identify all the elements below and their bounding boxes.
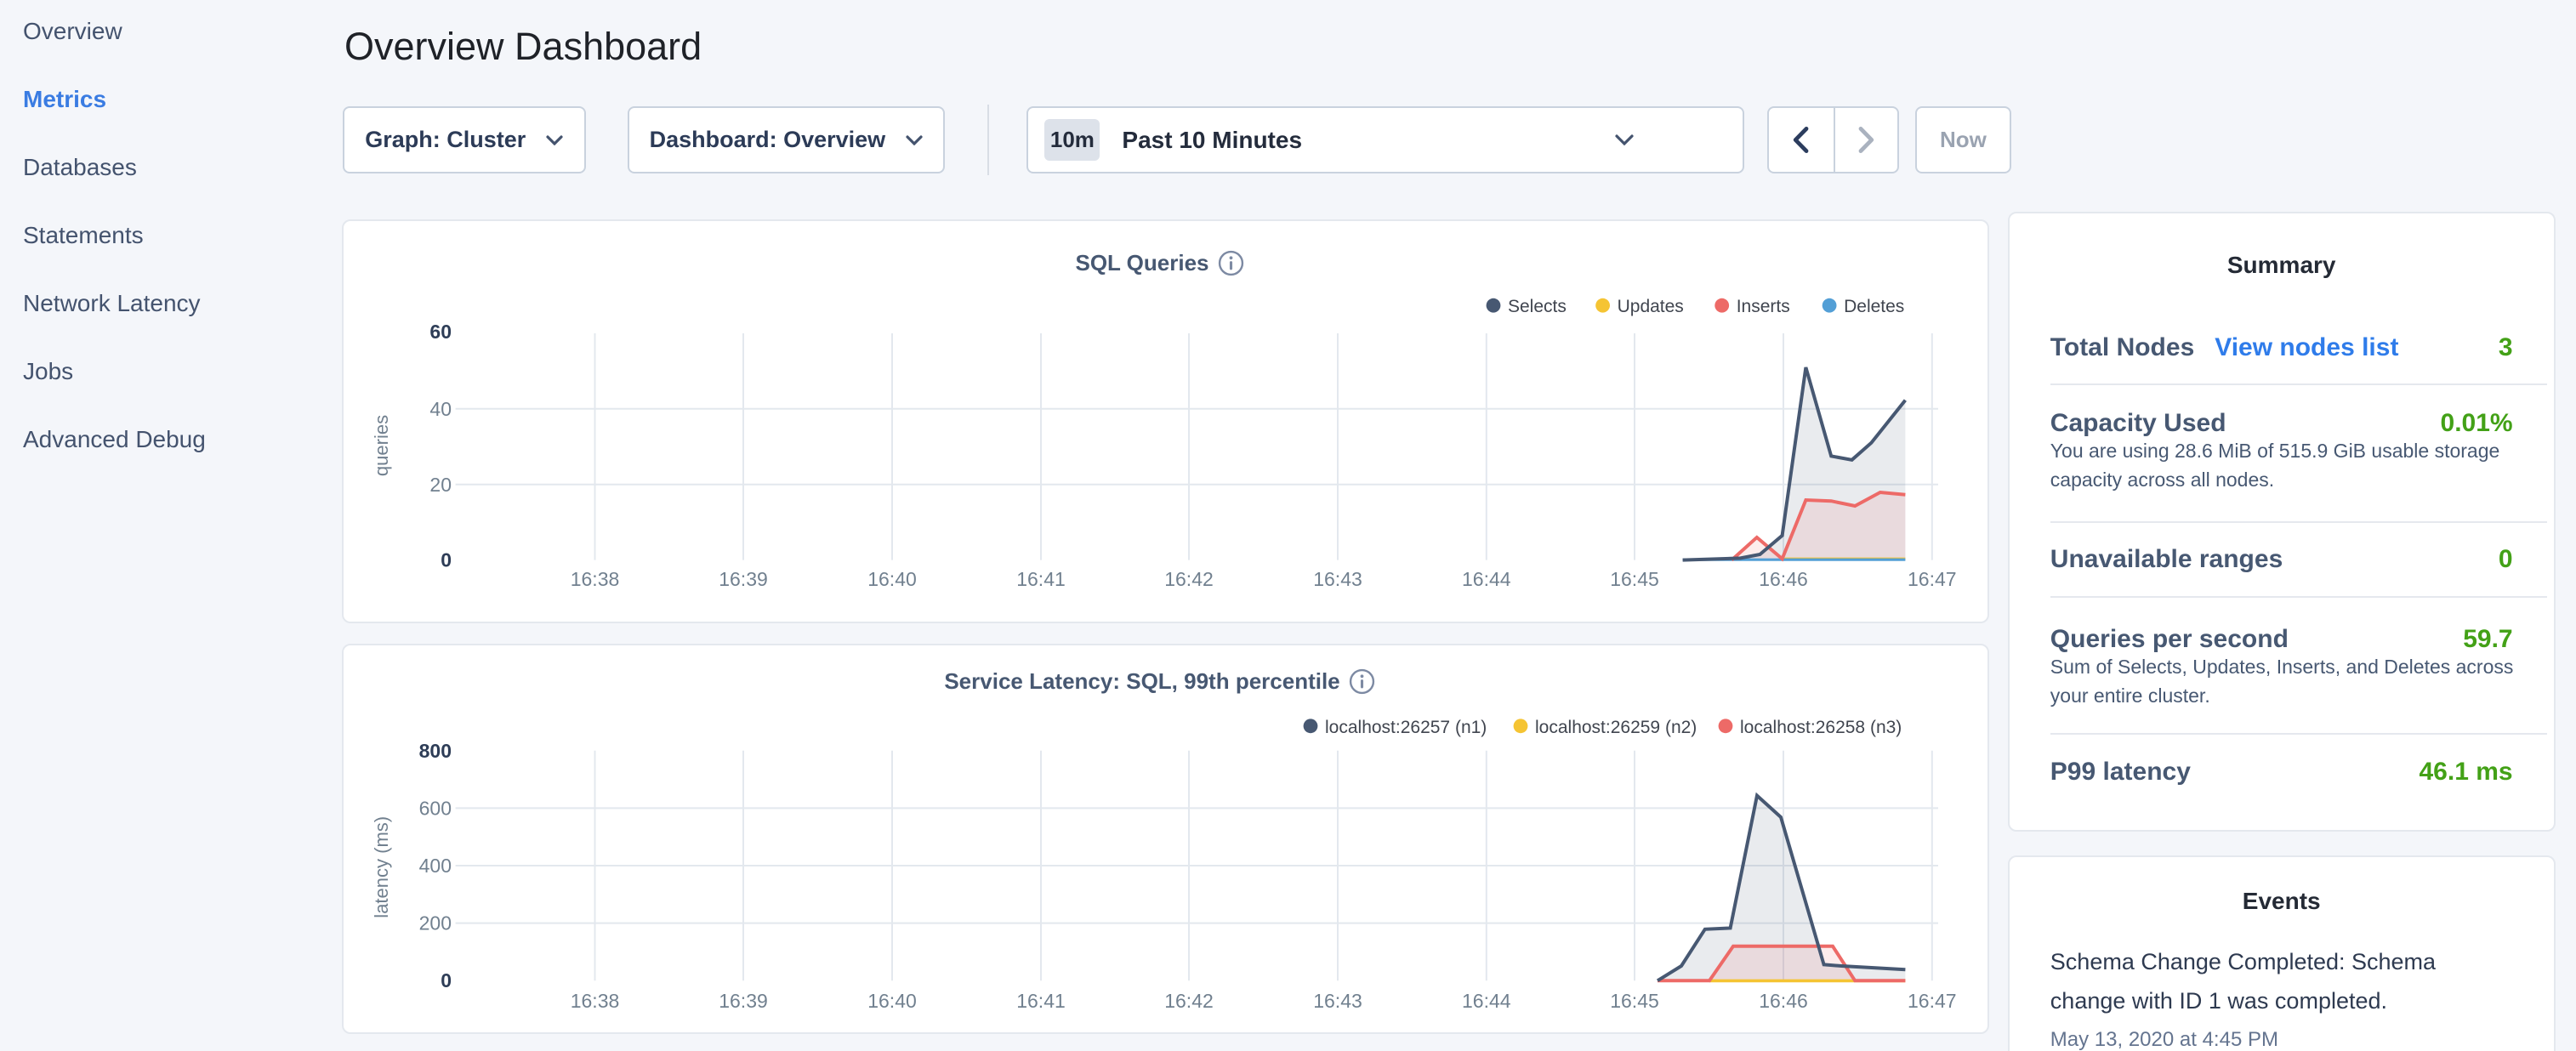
svg-text:Inserts: Inserts [1737,297,1790,316]
svg-text:Deletes: Deletes [1844,297,1904,316]
svg-text:Updates: Updates [1618,297,1684,316]
svg-text:20: 20 [429,474,452,496]
svg-text:16:43: 16:43 [1313,568,1362,590]
svg-text:16:41: 16:41 [1016,990,1066,1012]
svg-text:16:39: 16:39 [719,568,768,590]
svg-text:localhost:26259 (n2): localhost:26259 (n2) [1535,718,1697,737]
svg-text:400: 400 [419,855,452,877]
svg-text:16:46: 16:46 [1759,568,1808,590]
svg-text:16:45: 16:45 [1610,568,1659,590]
svg-text:200: 200 [419,912,452,935]
svg-text:16:42: 16:42 [1164,990,1214,1012]
svg-text:16:47: 16:47 [1908,990,1957,1012]
svg-text:16:39: 16:39 [719,990,768,1012]
svg-text:16:46: 16:46 [1759,990,1808,1012]
svg-text:16:41: 16:41 [1016,568,1066,590]
svg-text:16:42: 16:42 [1164,568,1214,590]
svg-text:16:38: 16:38 [571,990,620,1012]
svg-text:Selects: Selects [1508,297,1567,316]
svg-text:localhost:26258 (n3): localhost:26258 (n3) [1740,718,1902,737]
svg-text:latency (ms): latency (ms) [371,816,392,918]
svg-text:16:40: 16:40 [867,568,917,590]
svg-text:localhost:26257 (n1): localhost:26257 (n1) [1325,718,1487,737]
svg-text:40: 40 [429,398,452,420]
svg-text:0: 0 [441,969,452,991]
svg-text:16:38: 16:38 [571,568,620,590]
svg-text:0: 0 [441,549,452,571]
svg-text:800: 800 [419,740,452,762]
svg-text:16:44: 16:44 [1462,568,1511,590]
svg-text:16:43: 16:43 [1313,990,1362,1012]
svg-text:600: 600 [419,798,452,820]
svg-text:16:47: 16:47 [1908,568,1957,590]
svg-text:16:44: 16:44 [1462,990,1511,1012]
svg-text:queries: queries [371,415,392,476]
svg-text:16:40: 16:40 [867,990,917,1012]
svg-text:16:45: 16:45 [1610,990,1659,1012]
svg-text:60: 60 [429,321,452,343]
